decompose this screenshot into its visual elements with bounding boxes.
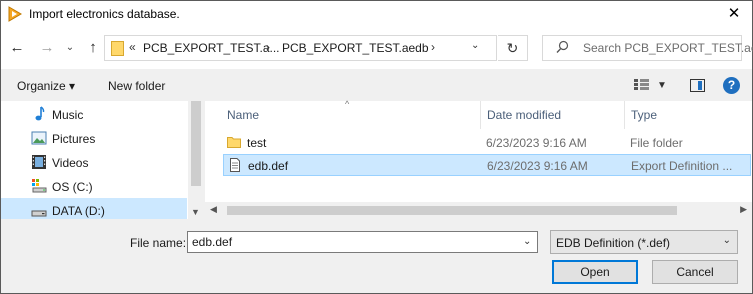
sidebar-item-videos[interactable]: Videos: [1, 150, 187, 174]
column-header-name[interactable]: Name: [227, 101, 259, 129]
folder-icon: [227, 137, 241, 148]
cancel-button[interactable]: Cancel: [652, 260, 738, 284]
sidebar-item-os-c[interactable]: OS (C:): [1, 174, 187, 198]
sidebar-item-pictures[interactable]: Pictures: [1, 126, 187, 150]
music-icon: [35, 106, 45, 121]
sort-ascending-icon: ^: [345, 99, 350, 109]
horizontal-scrollbar[interactable]: ◀ ▶: [205, 202, 752, 219]
help-icon[interactable]: ?: [723, 77, 740, 94]
file-date-modified: 6/23/2023 9:16 AM: [487, 159, 588, 173]
breadcrumb-separator-icon[interactable]: ›: [266, 40, 270, 54]
refresh-icon[interactable]: ↻: [498, 35, 528, 61]
address-dropdown-chevron-icon[interactable]: ⌄: [471, 40, 479, 51]
app-icon: [8, 6, 22, 22]
file-type: File folder: [630, 136, 683, 150]
videos-icon: [32, 155, 46, 169]
forward-arrow-icon[interactable]: →: [37, 38, 57, 58]
file-type: Export Definition ...: [631, 159, 733, 173]
os-drive-icon: [32, 179, 47, 193]
column-divider[interactable]: [480, 101, 481, 129]
title-bar: Import electronics database. ✕: [1, 1, 752, 27]
new-folder-button[interactable]: New folder: [108, 79, 165, 93]
navigation-bar: ← → ⌄ ↑ « PCB_EXPORT_TEST.a... › PCB_EXP…: [1, 27, 753, 69]
pictures-icon: [31, 131, 47, 145]
file-name-input[interactable]: [187, 231, 538, 253]
chevron-down-icon: ⌄: [722, 235, 731, 246]
navigation-pane: Music Pictures Videos OS (C:) DATA (D:) …: [1, 101, 204, 222]
preview-pane-icon[interactable]: [690, 79, 705, 92]
breadcrumb-item-parent[interactable]: PCB_EXPORT_TEST.a...: [143, 41, 280, 55]
open-button[interactable]: Open: [552, 260, 638, 284]
change-view-icon[interactable]: [634, 78, 650, 91]
breadcrumb-separator-icon[interactable]: ›: [431, 40, 435, 54]
scroll-right-arrow-icon[interactable]: ▶: [740, 204, 747, 215]
search-box[interactable]: Search PCB_EXPORT_TEST.ae...: [542, 35, 753, 61]
column-divider[interactable]: [624, 101, 625, 129]
sidebar-item-music[interactable]: Music: [1, 102, 187, 126]
sidebar-item-label: Music: [52, 108, 84, 122]
scrollbar-thumb[interactable]: [227, 206, 677, 215]
folder-icon: [111, 41, 124, 56]
file-name-dropdown-chevron-icon[interactable]: ⌄: [523, 236, 531, 247]
file-name: edb.def: [248, 159, 289, 173]
recent-locations-chevron-icon[interactable]: ⌄: [63, 38, 77, 58]
import-dialog: Import electronics database. ✕ ← → ⌄ ↑ «…: [0, 0, 753, 294]
breadcrumb-overflow-icon[interactable]: «: [129, 40, 136, 54]
sidebar-item-label: OS (C:): [52, 180, 93, 194]
file-type-filter-select[interactable]: EDB Definition (*.def) ⌄: [550, 230, 738, 254]
file-icon: [230, 158, 240, 172]
sidebar-item-label: Videos: [52, 156, 89, 170]
file-list-pane: ^ Name Date modified Type test 6/23/2023…: [205, 99, 752, 219]
column-header-date-modified[interactable]: Date modified: [487, 101, 561, 129]
file-name-label: File name:: [130, 236, 187, 250]
address-bar[interactable]: « PCB_EXPORT_TEST.a... › PCB_EXPORT_TEST…: [104, 35, 497, 61]
search-input[interactable]: Search PCB_EXPORT_TEST.ae...: [583, 41, 753, 55]
window-title: Import electronics database.: [29, 7, 180, 21]
view-dropdown-icon[interactable]: ▼: [657, 80, 667, 91]
sidebar-item-label: DATA (D:): [52, 204, 105, 218]
close-icon[interactable]: ✕: [720, 3, 748, 25]
command-bar: Organize ▾ New folder ▼ ?: [1, 69, 752, 101]
file-row-edb-def[interactable]: edb.def 6/23/2023 9:16 AM Export Definit…: [223, 154, 751, 176]
scrollbar-thumb[interactable]: [191, 101, 201, 186]
sidebar-item-label: Pictures: [52, 132, 96, 146]
up-folder-arrow-icon[interactable]: ↑: [83, 38, 103, 58]
scroll-left-arrow-icon[interactable]: ◀: [210, 204, 217, 215]
organize-menu-button[interactable]: Organize ▾: [17, 79, 75, 93]
vertical-scrollbar[interactable]: ▼: [188, 101, 204, 219]
file-date-modified: 6/23/2023 9:16 AM: [486, 136, 587, 150]
breadcrumb-item-current[interactable]: PCB_EXPORT_TEST.aedb: [282, 41, 429, 55]
file-name: test: [247, 136, 267, 150]
search-icon: [556, 40, 569, 53]
column-header-type[interactable]: Type: [631, 101, 657, 129]
file-row-test[interactable]: test 6/23/2023 9:16 AM File folder: [223, 132, 751, 154]
back-arrow-icon[interactable]: ←: [7, 38, 27, 58]
drive-icon: [31, 210, 47, 217]
file-type-filter-value: EDB Definition (*.def): [556, 236, 671, 250]
scroll-down-arrow-icon[interactable]: ▼: [191, 207, 200, 217]
dialog-footer: File name: ⌄ EDB Definition (*.def) ⌄ Op…: [1, 219, 752, 293]
